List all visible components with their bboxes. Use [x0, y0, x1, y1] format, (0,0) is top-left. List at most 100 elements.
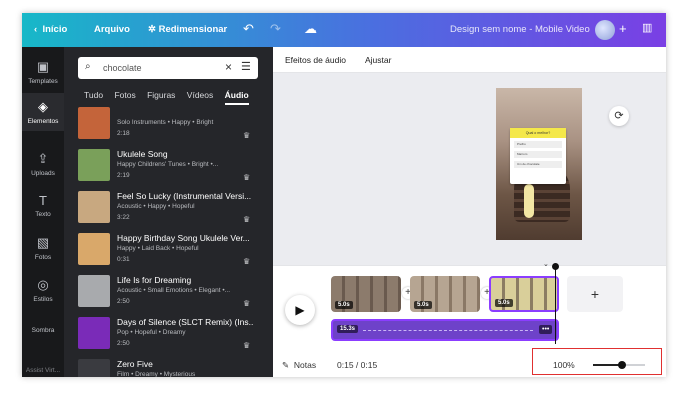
rail-item-shadow[interactable]: Sombra: [22, 327, 64, 334]
notes-button[interactable]: ✎ Notas: [282, 360, 316, 371]
redo-icon[interactable]: ↷: [270, 21, 281, 37]
chevron-down-icon[interactable]: ⌄: [543, 260, 549, 268]
photo-icon: ▧: [36, 235, 50, 250]
audio-track-item[interactable]: Ukulele Song Happy Childrens' Tunes • Bri…: [78, 149, 258, 185]
more-icon[interactable]: •••: [539, 325, 553, 334]
context-toolbar: Efeitos de áudio Ajustar: [273, 47, 666, 73]
rail-item-text[interactable]: T Texto: [22, 193, 64, 218]
track-duration: 2:18: [117, 130, 130, 137]
rail-item-elements[interactable]: ◈ Elementos: [22, 93, 64, 131]
playhead[interactable]: [555, 266, 556, 344]
track-thumbnail: [78, 233, 110, 265]
zoom-slider[interactable]: [593, 361, 645, 369]
zoom-slider-handle[interactable]: [617, 361, 626, 369]
crown-icon: ♛: [243, 341, 251, 350]
video-clip[interactable]: 5.0s: [331, 276, 401, 312]
tab-videos[interactable]: Vídeos: [187, 90, 213, 100]
track-title: Life Is for Dreaming: [117, 275, 192, 285]
play-icon: ▶: [295, 303, 305, 317]
track-duration: 2:50: [117, 340, 130, 347]
tab-photos[interactable]: Fotos: [114, 90, 135, 100]
crown-icon: ♛: [243, 173, 251, 182]
editor-window: ‹ Início Arquivo ✲ Redimensionar ↶ ↷ ☁ D…: [22, 13, 666, 377]
filter-icon[interactable]: ☰: [241, 60, 251, 73]
clip-duration: 5.0s: [495, 299, 513, 307]
audio-effects-button[interactable]: Efeitos de áudio: [285, 55, 346, 65]
design-page[interactable]: Qual o melhor? Prefiro Marrom Um de choc…: [496, 88, 582, 240]
rail-item-photos[interactable]: ▧ Fotos: [22, 235, 64, 261]
search-box[interactable]: ⌕ chocolate × ☰: [78, 57, 258, 79]
search-input[interactable]: chocolate: [103, 63, 142, 73]
audio-track-item[interactable]: Solo Instruments • Happy • Bright 2:18 ♛: [78, 107, 258, 143]
document-name[interactable]: Design sem nome - Mobile Video: [450, 24, 590, 35]
add-clip-button[interactable]: +: [567, 276, 623, 312]
track-tags: Acoustic • Happy • Hopeful: [117, 203, 195, 210]
palette-icon: ◎: [37, 277, 49, 292]
audio-duration: 15.3s: [337, 325, 359, 333]
close-icon[interactable]: ×: [225, 60, 232, 74]
rail-item-uploads[interactable]: ⇪ Uploads: [22, 151, 64, 177]
templates-icon: ▣: [36, 59, 50, 74]
home-button[interactable]: ‹ Início: [34, 24, 67, 35]
quiz-title: Qual o melhor?: [510, 128, 566, 138]
star-icon: ✲: [148, 24, 156, 35]
track-thumbnail: [78, 317, 110, 349]
track-duration: 3:22: [117, 214, 130, 221]
chevron-left-icon: ‹: [34, 24, 38, 35]
adjust-button[interactable]: Ajustar: [365, 55, 391, 65]
track-tags: Film • Dreamy • Mysterious: [117, 371, 196, 377]
track-title: Feel So Lucky (Instrumental Versi...: [117, 191, 252, 201]
rail-item-templates[interactable]: ▣ Templates: [22, 59, 64, 85]
resize-button[interactable]: ✲ Redimensionar: [148, 24, 227, 35]
tab-audio[interactable]: Áudio: [224, 90, 249, 105]
cream-drip: [524, 184, 534, 218]
crown-icon: ♛: [243, 131, 251, 140]
file-menu-button[interactable]: Arquivo: [94, 24, 130, 35]
audio-track-item[interactable]: Days of Silence (SLCT Remix) (Ins... Pop …: [78, 317, 258, 353]
track-tags: Acoustic • Small Emotions • Elegant •...: [117, 287, 231, 294]
track-thumbnail: [78, 275, 110, 307]
audio-track[interactable]: 15.3s •••: [331, 319, 559, 341]
timeline: ⌄ ▶ 5.0s + 5.0s + 5.0s + 15.3s ••• ✎ Not…: [273, 261, 666, 377]
track-duration: 0:31: [117, 256, 130, 263]
track-tags: Solo Instruments • Happy • Bright: [117, 119, 214, 126]
track-title: Happy Birthday Song Ukulele Ver...: [117, 233, 250, 243]
cloud-icon[interactable]: ☁: [304, 21, 317, 37]
track-tags: Pop • Hopeful • Dreamy: [117, 329, 186, 336]
video-clip-selected[interactable]: 5.0s: [489, 276, 559, 312]
tab-figures[interactable]: Figuras: [147, 90, 175, 100]
audio-track-item[interactable]: Zero FiveFilm • Dreamy • Mysterious1:53♛: [78, 359, 258, 377]
track-thumbnail: [78, 149, 110, 181]
left-rail: ▣ Templates ◈ Elementos ⇪ Uploads T Texto ▧ F…: [22, 47, 64, 377]
avatar[interactable]: [595, 20, 615, 40]
undo-icon[interactable]: ↶: [243, 21, 254, 37]
text-icon: T: [39, 193, 47, 208]
audio-track-item[interactable]: Feel So Lucky (Instrumental Versi... Acou…: [78, 191, 258, 227]
audio-track-item[interactable]: Life Is for Dreaming Acoustic • Small Emo…: [78, 275, 258, 311]
playhead-handle[interactable]: [552, 263, 559, 270]
analytics-icon[interactable]: ▥: [642, 21, 652, 34]
top-bar: ‹ Início Arquivo ✲ Redimensionar ↶ ↷ ☁ D…: [22, 13, 666, 47]
add-page-icon[interactable]: ⟳: [609, 106, 629, 126]
tab-all[interactable]: Tudo: [84, 90, 103, 100]
zoom-control: 100%: [532, 348, 662, 375]
play-button[interactable]: ▶: [285, 295, 315, 325]
elements-panel: ⌕ chocolate × ☰ Tudo Fotos Figuras Vídeo…: [64, 47, 273, 377]
video-clip[interactable]: 5.0s: [410, 276, 480, 312]
rail-item-assistant[interactable]: Assist Virt...: [22, 367, 64, 374]
upload-icon: ⇪: [37, 151, 49, 166]
search-icon: ⌕: [85, 61, 91, 72]
plus-icon: +: [590, 286, 600, 302]
rail-item-styles[interactable]: ◎ Estilos: [22, 277, 64, 303]
zoom-percentage[interactable]: 100%: [553, 360, 575, 370]
track-thumbnail: [78, 107, 110, 139]
track-duration: 2:50: [117, 298, 130, 305]
clip-duration: 5.0s: [335, 301, 353, 309]
category-tabs: Tudo Fotos Figuras Vídeos Áudio: [84, 90, 258, 105]
design-canvas: Qual o melhor? Prefiro Marrom Um de choc…: [273, 73, 666, 265]
quiz-sticker[interactable]: Qual o melhor? Prefiro Marrom Um de choc…: [510, 128, 566, 184]
audio-track-item[interactable]: Happy Birthday Song Ukulele Ver... Happy …: [78, 233, 258, 269]
clip-duration: 5.0s: [414, 301, 432, 309]
track-thumbnail: [78, 359, 110, 377]
add-collaborator-icon[interactable]: +: [619, 21, 627, 36]
